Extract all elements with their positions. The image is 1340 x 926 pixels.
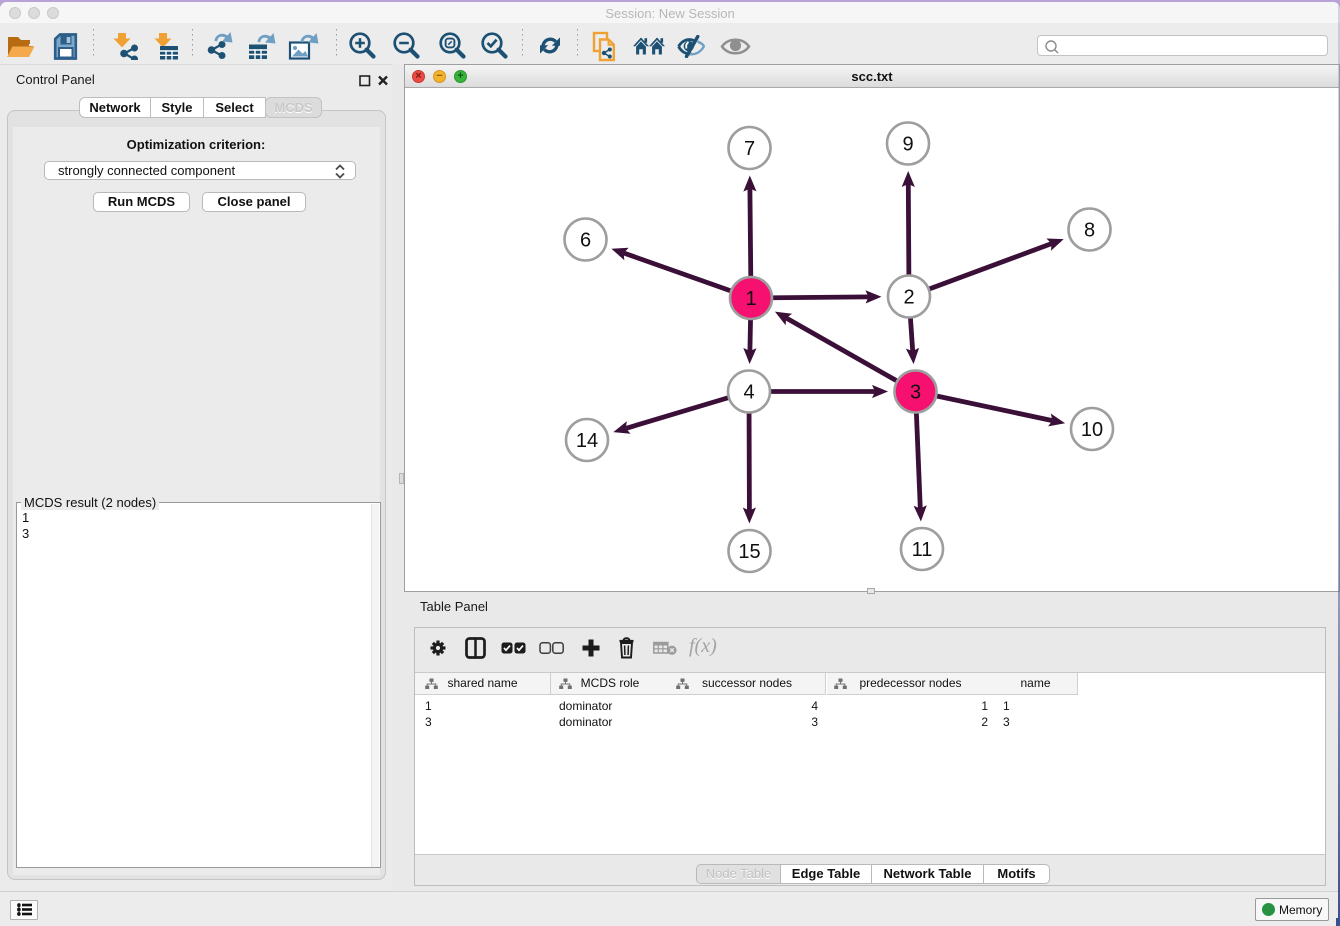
svg-text:11: 11	[912, 539, 933, 561]
svg-text:9: 9	[902, 134, 913, 156]
svg-text:6: 6	[580, 230, 591, 252]
svg-text:15: 15	[738, 541, 760, 563]
svg-text:3: 3	[910, 382, 921, 404]
svg-text:4: 4	[743, 382, 754, 404]
svg-text:10: 10	[1081, 419, 1103, 441]
svg-text:1: 1	[745, 288, 756, 310]
svg-text:14: 14	[576, 430, 598, 452]
svg-text:2: 2	[903, 287, 914, 309]
svg-text:8: 8	[1084, 220, 1095, 242]
svg-text:7: 7	[744, 138, 755, 160]
